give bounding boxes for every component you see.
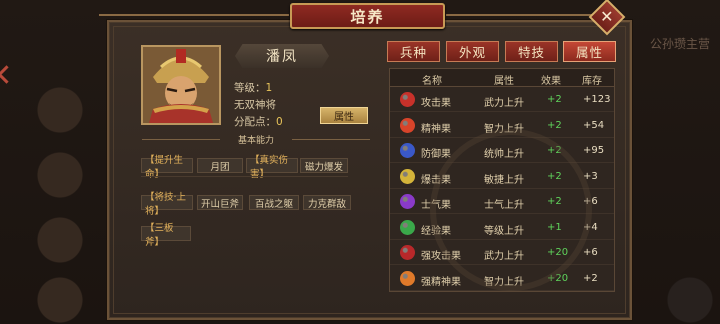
fruit-table: 名称 属性 效果 库存 攻击果 武力上升 +2 +123 精神果 智力上升 +2 +54 防御果… [389,68,615,292]
spirit-fruit-icon [400,117,415,133]
ability-tag-label: 【提升生命】 [141,155,193,180]
row-stock: +123 [583,94,611,105]
table-row[interactable]: 精神果 智力上升 +2 +54 [390,114,614,138]
row-effect: +2 [547,119,562,131]
general-avatar-image [143,47,219,123]
row-name: 经验果 [421,225,451,237]
close-icon: ✕ [600,7,614,26]
ability-tag-value[interactable]: 力克群敌 [303,195,351,210]
row-effect: +2 [547,196,562,207]
row-name: 士气果 [421,200,451,211]
table-row[interactable]: 攻击果 武力上升 +2 +123 [390,88,614,112]
row-attr: 等级上升 [484,225,524,237]
background-location-text: 公孙瓒主营 [649,37,710,51]
general-name: 潘凤 [235,44,329,68]
ability-tag-value[interactable]: 百战之躯 [249,195,299,210]
side-arrow-icon[interactable] [0,58,10,98]
row-attr: 武力上升 [484,251,524,262]
row-attr: 智力上升 [484,123,524,135]
row-attr: 武力上升 [484,98,524,109]
row-name: 精神果 [421,123,451,135]
table-row[interactable]: 强攻击果 武力上升 +20 +6 [390,241,614,265]
table-row[interactable]: 经验果 等级上升 +1 +4 [390,216,614,240]
level-value: 1 [265,82,273,94]
points-row: 分配点：0 [234,114,283,129]
table-header: 名称 属性 效果 库存 [390,69,614,87]
title-ornament-right [446,14,592,16]
row-attr: 士气上升 [484,200,524,211]
header-stock: 库存 [582,76,602,87]
row-name: 防御果 [421,149,451,160]
basic-ability-title: 基本能力 [237,135,274,146]
exp-fruit-icon [400,219,415,235]
tab-skills[interactable]: 特技 [505,41,558,62]
row-effect: +20 [547,272,569,284]
points-label: 分配点： [234,116,276,128]
table-row[interactable]: 士气果 士气上升 +2 +6 [390,190,614,214]
strong-attack-fruit-icon [400,245,415,260]
row-effect: +20 [547,247,569,258]
ability-tag-label: 【三板斧】 [141,223,191,248]
row-effect: +2 [547,94,562,105]
tab-troops[interactable]: 兵种 [387,41,440,62]
general-portrait[interactable] [141,45,221,125]
section-divider-right [292,139,370,140]
row-stock: +3 [583,170,598,182]
row-stock: +2 [583,272,598,284]
header-effect: 效果 [541,76,561,87]
header-attr: 属性 [494,76,514,87]
defense-fruit-icon [400,143,415,158]
level-label: 等级： [234,82,266,94]
ability-tag-value[interactable]: 磁力爆发 [300,158,348,173]
table-row[interactable]: 强精神果 智力上升 +20 +2 [390,267,614,291]
section-divider-left [142,139,220,140]
row-name: 爆击果 [421,174,451,186]
attribute-button[interactable]: 属性 [320,107,368,124]
ability-tag-value[interactable]: 开山巨斧 [197,195,243,210]
general-title: 无双神将 [234,99,276,111]
table-row[interactable]: 爆击果 敏捷上升 +2 +3 [390,165,614,189]
ability-tag-value[interactable]: 月团 [197,158,243,173]
morale-fruit-icon [400,194,415,209]
points-value: 0 [276,116,283,128]
row-effect: +2 [547,145,562,156]
strong-spirit-fruit-icon [400,270,415,286]
row-stock: +6 [583,247,598,258]
row-name: 强攻击果 [421,251,461,262]
row-stock: +4 [583,221,598,233]
row-stock: +54 [583,119,605,131]
attack-fruit-icon [400,92,415,107]
table-row[interactable]: 防御果 统帅上升 +2 +95 [390,139,614,163]
tab-appearance[interactable]: 外观 [446,41,499,62]
crit-fruit-icon [400,168,415,184]
row-name: 强精神果 [421,276,461,288]
panel-title: 培养 [290,3,445,29]
row-stock: +95 [583,145,605,156]
tab-attributes[interactable]: 属性 [563,41,616,62]
ability-tag-label: 【将技·上将】 [141,192,193,217]
level-row: 等级：1 [234,80,272,95]
row-attr: 智力上升 [484,276,524,288]
row-attr: 敏捷上升 [484,174,524,186]
ability-tag-label: 【真实伤害】 [246,155,298,180]
tag-divider [141,176,348,177]
row-stock: +6 [583,196,598,207]
row-effect: +2 [547,170,562,182]
title-ornament-left [99,14,289,16]
row-name: 攻击果 [421,98,451,109]
row-effect: +1 [547,221,562,233]
header-name: 名称 [422,76,442,87]
row-attr: 统帅上升 [484,149,524,160]
